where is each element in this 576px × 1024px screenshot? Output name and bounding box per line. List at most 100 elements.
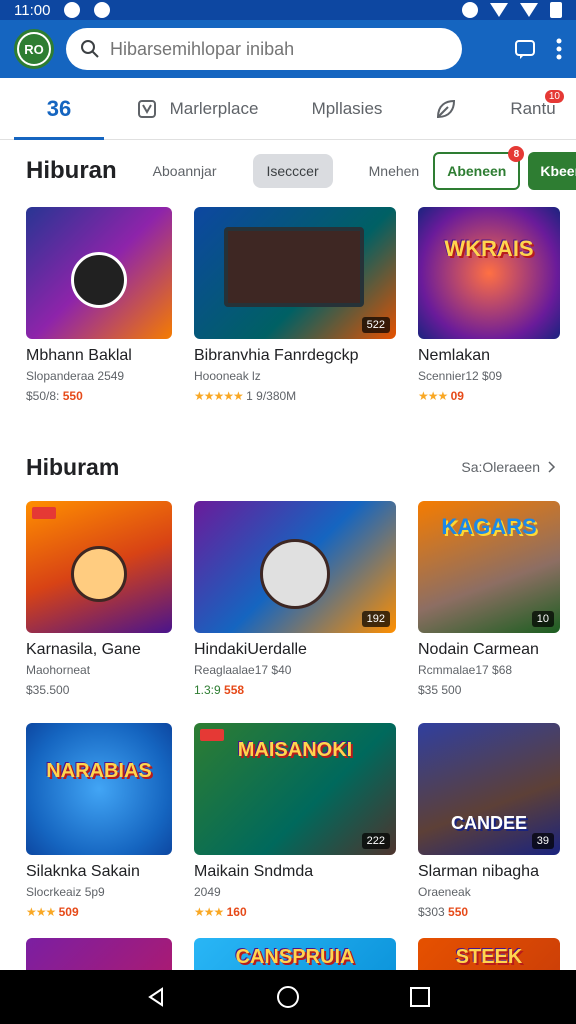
game-count: 192 bbox=[361, 611, 390, 627]
app-logo[interactable]: RO bbox=[14, 29, 54, 69]
filter-chip-1[interactable]: Aboannjar bbox=[139, 154, 231, 188]
game-thumbnail: STEEK bbox=[418, 938, 560, 970]
search-icon bbox=[81, 40, 99, 58]
game-meta: ★★★ 160 bbox=[194, 905, 396, 919]
character-art bbox=[260, 538, 330, 609]
leaf-icon bbox=[436, 99, 456, 118]
home-icon[interactable] bbox=[276, 985, 300, 1009]
filter-row: Hiburan Aboannjar Isecccer Mnehen Abenee… bbox=[0, 141, 576, 201]
game-thumbnail: MAISANOKI 222 bbox=[194, 723, 396, 855]
game-thumbnail: 192 bbox=[194, 501, 396, 633]
status-bar: 11:00 bbox=[0, 0, 576, 20]
recents-icon[interactable] bbox=[409, 986, 431, 1008]
main-content[interactable]: Hiburan Aboannjar Isecccer Mnehen Abenee… bbox=[0, 141, 576, 970]
see-all-label: Sa:Oleraeen bbox=[461, 459, 540, 475]
filter-chip-3[interactable]: Mnehen bbox=[355, 154, 434, 188]
game-title: Slarman nibagha bbox=[418, 863, 539, 880]
game-thumbnail: CANSPRUIA bbox=[194, 938, 396, 970]
game-card[interactable]: KAGARS 10 Nodain Carmean Rcmmalae17 $68 … bbox=[418, 501, 560, 697]
tab-home[interactable]: 36 bbox=[14, 78, 104, 140]
back-icon[interactable] bbox=[145, 986, 167, 1008]
game-thumbnail: WKRAIS bbox=[418, 207, 560, 339]
game-thumbnail bbox=[26, 938, 172, 970]
wifi-icon bbox=[490, 3, 508, 17]
game-meta-text: $50/8: bbox=[26, 389, 60, 403]
game-title: Maikain Sndmda bbox=[194, 863, 314, 880]
tab-leaf[interactable] bbox=[416, 78, 476, 140]
game-card[interactable]: WKRAIS Nemlakan Scennier12 $09 ★★★ 09 bbox=[418, 207, 560, 403]
game-thumbnail bbox=[26, 207, 172, 339]
section-title: Hiburan bbox=[26, 157, 117, 184]
search-bar[interactable] bbox=[66, 28, 462, 70]
game-card[interactable]: Karnasila, Gane Maohorneat $35.500 bbox=[26, 501, 172, 697]
chat-icon[interactable] bbox=[514, 38, 536, 60]
game-grid-4: CANSPRUIA STEEK bbox=[26, 938, 560, 970]
game-art-title: CANDEE bbox=[450, 812, 527, 833]
game-price: 550 bbox=[448, 905, 469, 919]
star-rating: ★★★ bbox=[26, 905, 56, 919]
more-vert-icon[interactable] bbox=[556, 38, 562, 60]
tab-mpllasies[interactable]: Mpllasies bbox=[292, 78, 402, 140]
filter-chip-2[interactable]: Isecccer bbox=[252, 154, 333, 188]
app-bar: RO bbox=[0, 20, 576, 78]
search-input[interactable] bbox=[110, 38, 430, 60]
cup-icon bbox=[137, 99, 156, 118]
game-card[interactable]: Mbhann Baklal Slopanderaa 2549 $50/8: 55… bbox=[26, 207, 172, 403]
game-thumbnail: 522 bbox=[194, 207, 396, 339]
game-meta: ★★★ 509 bbox=[26, 905, 172, 919]
signal-icon bbox=[520, 3, 538, 17]
game-subtitle: Oraeneak bbox=[418, 885, 471, 899]
game-title: Karnasila, Gane bbox=[26, 641, 141, 658]
game-art-title: STEEK bbox=[455, 946, 523, 968]
notification-icon bbox=[64, 2, 81, 18]
game-card[interactable]: 522 Bibranvhia Fanrdegckp Hoooneak lz ★★… bbox=[194, 207, 396, 403]
game-meta-text: 1 9/380M bbox=[246, 389, 297, 403]
game-count: 522 bbox=[361, 317, 390, 333]
tab-rantu-badge: 10 bbox=[544, 89, 564, 103]
game-art-title: WKRAIS bbox=[444, 236, 534, 262]
game-art-title: MAISANOKI bbox=[237, 738, 353, 761]
tab-marketplace[interactable]: Marlerplace bbox=[122, 78, 272, 140]
game-thumbnail: KAGARS 10 bbox=[418, 501, 560, 633]
game-art-title: NARABIAS bbox=[46, 759, 152, 782]
star-rating: ★★★★★ bbox=[194, 389, 244, 403]
game-price: 558 bbox=[224, 683, 245, 697]
tablet-art bbox=[224, 227, 364, 307]
game-subtitle: 2049 bbox=[194, 885, 221, 899]
game-title: Silaknka Sakain bbox=[26, 863, 140, 880]
game-count: 222 bbox=[361, 833, 390, 849]
game-meta: 1.3:9 558 bbox=[194, 683, 396, 697]
section-title: Hiburam bbox=[26, 453, 120, 480]
game-subtitle: Slocrkeaiz 5p9 bbox=[26, 885, 105, 899]
star-rating: ★★★ bbox=[194, 905, 224, 919]
outline-button[interactable]: Abeneen 8 bbox=[433, 146, 525, 190]
game-count: 10 bbox=[531, 611, 554, 627]
see-all-link[interactable]: Sa:Oleraeen bbox=[461, 459, 556, 475]
game-thumbnail bbox=[26, 501, 172, 633]
solid-button-label: Kbeenee bbox=[540, 163, 576, 179]
settings-icon bbox=[94, 2, 111, 18]
game-price: 550 bbox=[62, 389, 83, 403]
game-card[interactable]: STEEK bbox=[418, 938, 560, 970]
game-card[interactable]: CANSPRUIA bbox=[194, 938, 396, 970]
solid-button[interactable]: Kbeenee bbox=[528, 152, 576, 190]
game-meta-text: 09 bbox=[450, 389, 464, 403]
character-art bbox=[71, 251, 127, 308]
game-card[interactable]: 192 HindakiUerdalle Reaglaalae17 $40 1.3… bbox=[194, 501, 396, 697]
game-card[interactable]: NARABIAS Silaknka Sakain Slocrkeaiz 5p9 … bbox=[26, 723, 172, 919]
game-meta: ★★★ 09 bbox=[418, 389, 560, 403]
game-meta: $35 500 bbox=[418, 683, 462, 697]
game-title: Bibranvhia Fanrdegckp bbox=[194, 347, 359, 364]
tab-bar: 36 Marlerplace Mpllasies Rantu 10 bbox=[0, 78, 576, 140]
app-logo-text: RO bbox=[19, 34, 49, 64]
game-subtitle: Rcmmalae17 $68 bbox=[418, 663, 513, 677]
game-thumbnail: CANDEE 39 bbox=[418, 723, 560, 855]
game-subtitle: Reaglaalae17 $40 bbox=[194, 663, 292, 677]
game-card[interactable]: CANDEE 39 Slarman nibagha Oraeneak $303 … bbox=[418, 723, 560, 919]
tab-home-label: 36 bbox=[46, 95, 72, 121]
game-card[interactable]: MAISANOKI 222 Maikain Sndmda 2049 ★★★ 16… bbox=[194, 723, 396, 919]
status-time: 11:00 bbox=[14, 1, 51, 19]
game-card[interactable] bbox=[26, 938, 172, 970]
section-header: Hiburam Sa:Oleraeen bbox=[26, 447, 556, 487]
tab-rantu[interactable]: Rantu 10 bbox=[498, 78, 568, 140]
